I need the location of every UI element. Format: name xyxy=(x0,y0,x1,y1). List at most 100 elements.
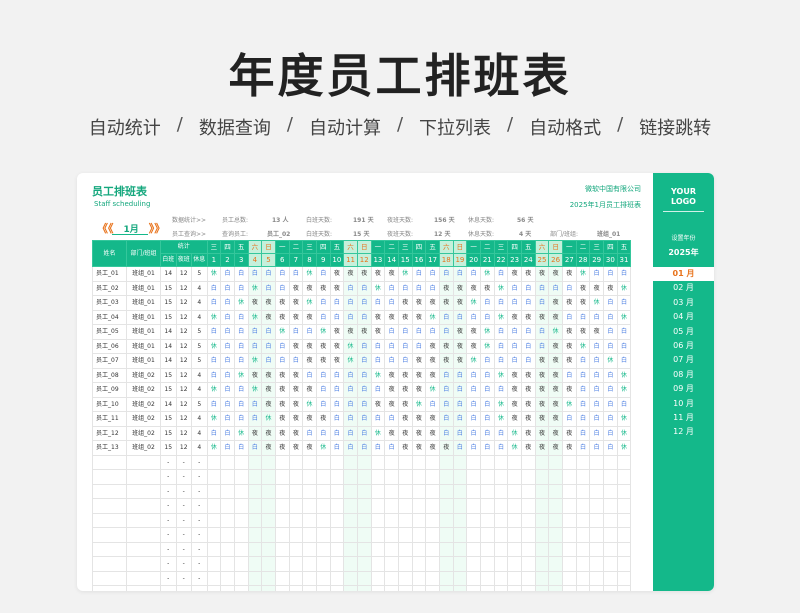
shift-cell[interactable] xyxy=(397,527,413,543)
shift-cell[interactable]: 休 xyxy=(548,324,563,340)
shift-cell[interactable]: 夜 xyxy=(507,411,522,427)
shift-cell[interactable]: 白 xyxy=(411,338,427,354)
shift-cell[interactable] xyxy=(220,541,235,557)
shift-cell[interactable] xyxy=(302,483,317,499)
shift-cell[interactable]: 休 xyxy=(302,266,317,282)
shift-cell[interactable] xyxy=(343,483,358,499)
shift-cell[interactable]: 白 xyxy=(247,324,263,340)
shift-cell[interactable] xyxy=(493,527,509,543)
shift-cell[interactable]: 白 xyxy=(602,295,618,311)
shift-cell[interactable]: 白 xyxy=(616,338,632,354)
shift-cell[interactable]: 白 xyxy=(329,295,345,311)
shift-cell[interactable] xyxy=(438,570,454,586)
shift-cell[interactable]: 夜 xyxy=(384,425,399,441)
shift-cell[interactable]: 夜 xyxy=(329,324,345,340)
shift-cell[interactable] xyxy=(589,483,604,499)
shift-cell[interactable] xyxy=(370,570,386,586)
shift-cell[interactable]: 休 xyxy=(233,367,249,383)
shift-cell[interactable]: 夜 xyxy=(548,425,563,441)
shift-cell[interactable] xyxy=(411,556,427,572)
shift-cell[interactable] xyxy=(233,541,249,557)
shift-cell[interactable] xyxy=(247,483,263,499)
shift-cell[interactable] xyxy=(575,570,591,586)
shift-cell[interactable]: 白 xyxy=(452,367,468,383)
department-cell[interactable] xyxy=(126,498,161,514)
shift-cell[interactable]: 白 xyxy=(384,295,399,311)
shift-cell[interactable] xyxy=(343,570,358,586)
shift-cell[interactable]: 白 xyxy=(206,425,222,441)
shift-cell[interactable] xyxy=(315,454,331,470)
shift-cell[interactable]: 夜 xyxy=(329,280,345,296)
shift-cell[interactable]: 休 xyxy=(507,440,522,456)
shift-cell[interactable] xyxy=(384,469,399,485)
shift-cell[interactable]: 白 xyxy=(452,425,468,441)
shift-cell[interactable]: 白 xyxy=(575,309,591,325)
shift-cell[interactable]: 夜 xyxy=(315,353,331,369)
shift-cell[interactable] xyxy=(343,527,358,543)
shift-cell[interactable] xyxy=(411,483,427,499)
shift-cell[interactable] xyxy=(247,541,263,557)
shift-cell[interactable]: 夜 xyxy=(261,295,276,311)
shift-cell[interactable] xyxy=(548,469,563,485)
shift-cell[interactable]: 夜 xyxy=(302,309,317,325)
shift-cell[interactable] xyxy=(534,483,550,499)
shift-cell[interactable]: 夜 xyxy=(438,353,454,369)
shift-cell[interactable]: 休 xyxy=(261,411,276,427)
shift-cell[interactable] xyxy=(507,483,522,499)
shift-cell[interactable]: 夜 xyxy=(288,367,304,383)
shift-cell[interactable]: 白 xyxy=(370,382,386,398)
shift-cell[interactable]: 白 xyxy=(589,367,604,383)
shift-cell[interactable]: 白 xyxy=(507,280,522,296)
shift-cell[interactable] xyxy=(507,570,522,586)
shift-cell[interactable]: 休 xyxy=(493,367,509,383)
shift-cell[interactable] xyxy=(397,483,413,499)
shift-cell[interactable]: 白 xyxy=(534,338,550,354)
shift-cell[interactable]: 白 xyxy=(315,396,331,412)
shift-cell[interactable]: 白 xyxy=(616,396,632,412)
shift-cell[interactable] xyxy=(438,498,454,514)
shift-cell[interactable] xyxy=(479,469,495,485)
shift-cell[interactable]: 休 xyxy=(233,425,249,441)
shift-cell[interactable]: 夜 xyxy=(261,396,276,412)
shift-cell[interactable]: 夜 xyxy=(534,382,550,398)
shift-cell[interactable]: 休 xyxy=(370,367,386,383)
shift-cell[interactable] xyxy=(397,541,413,557)
shift-cell[interactable] xyxy=(261,541,276,557)
shift-cell[interactable]: 休 xyxy=(479,266,495,282)
shift-cell[interactable]: 白 xyxy=(479,353,495,369)
shift-cell[interactable]: 白 xyxy=(370,440,386,456)
shift-cell[interactable] xyxy=(370,469,386,485)
shift-cell[interactable] xyxy=(206,527,222,543)
shift-cell[interactable]: 白 xyxy=(315,309,331,325)
shift-cell[interactable] xyxy=(329,527,345,543)
shift-cell[interactable]: 白 xyxy=(206,324,222,340)
shift-cell[interactable]: 白 xyxy=(274,266,290,282)
shift-cell[interactable]: 白 xyxy=(233,440,249,456)
shift-cell[interactable]: 夜 xyxy=(425,411,440,427)
shift-cell[interactable] xyxy=(438,556,454,572)
shift-cell[interactable]: 夜 xyxy=(288,396,304,412)
shift-cell[interactable]: 夜 xyxy=(261,425,276,441)
shift-cell[interactable] xyxy=(507,498,522,514)
shift-cell[interactable]: 夜 xyxy=(534,425,550,441)
shift-cell[interactable] xyxy=(575,469,591,485)
shift-cell[interactable]: 休 xyxy=(206,411,222,427)
month-link[interactable]: 08 月 xyxy=(653,368,714,382)
shift-cell[interactable]: 夜 xyxy=(452,353,468,369)
shift-cell[interactable] xyxy=(438,585,454,591)
shift-cell[interactable] xyxy=(425,570,440,586)
shift-cell[interactable]: 夜 xyxy=(274,382,290,398)
shift-cell[interactable] xyxy=(616,469,632,485)
shift-cell[interactable] xyxy=(534,498,550,514)
shift-cell[interactable]: 夜 xyxy=(425,440,440,456)
shift-cell[interactable]: 白 xyxy=(343,396,358,412)
shift-cell[interactable]: 白 xyxy=(233,382,249,398)
shift-cell[interactable]: 夜 xyxy=(370,309,386,325)
shift-cell[interactable]: 白 xyxy=(479,396,495,412)
shift-cell[interactable]: 夜 xyxy=(274,411,290,427)
shift-cell[interactable]: 休 xyxy=(466,295,481,311)
shift-cell[interactable]: 夜 xyxy=(425,425,440,441)
shift-cell[interactable] xyxy=(602,512,618,528)
shift-cell[interactable] xyxy=(548,527,563,543)
shift-cell[interactable] xyxy=(370,454,386,470)
